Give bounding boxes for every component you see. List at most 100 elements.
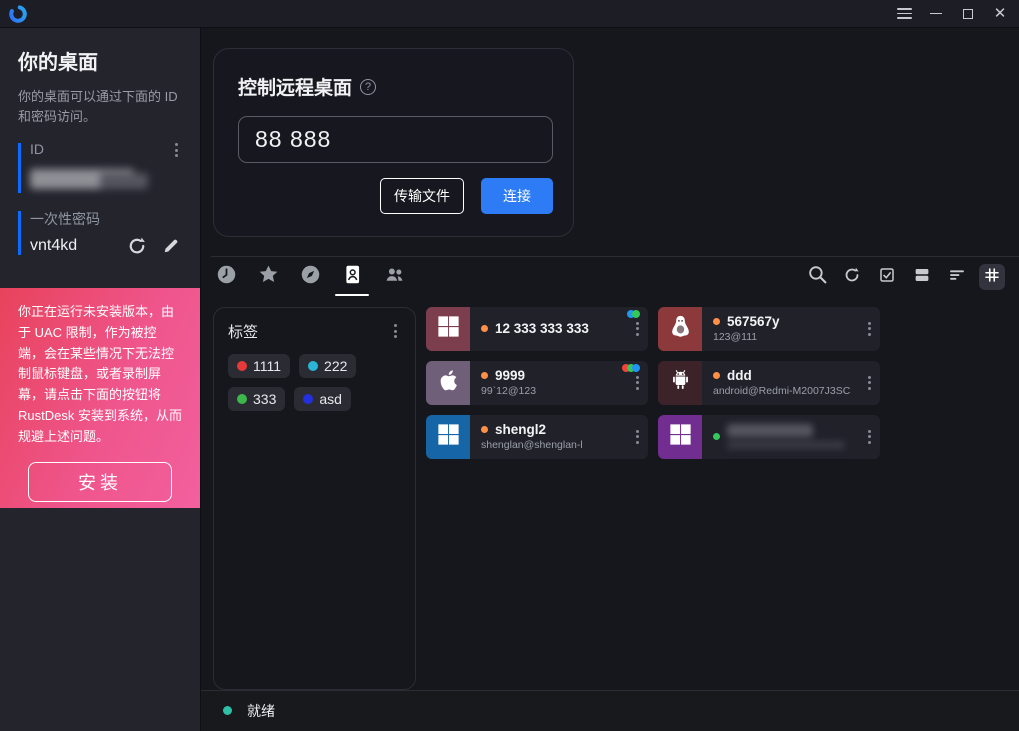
id-value-blurred	[30, 167, 182, 195]
statusbar: 就绪	[201, 690, 1019, 731]
group-icon	[384, 264, 405, 290]
password-value: vnt4kd	[30, 237, 77, 255]
install-warning-panel: 你正在运行未安装版本，由于 UAC 限制，作为被控端，会在某些情况下无法控制鼠标…	[0, 288, 200, 508]
peer-subtitle: shenglan@shenglan-l	[481, 439, 631, 451]
tags-menu-icon[interactable]	[390, 322, 401, 340]
id-block: ID	[18, 141, 182, 195]
windows-icon	[667, 421, 694, 453]
peer-menu-icon[interactable]	[632, 320, 643, 338]
hamburger-menu-icon[interactable]	[891, 3, 917, 25]
main-area: 控制远程桌面 ? 传输文件 连接 标签 1111 222 333 asd 12 333…	[200, 28, 1019, 731]
tag-label: 333	[253, 391, 276, 407]
peer-menu-icon[interactable]	[632, 374, 643, 392]
toolbar-card-view[interactable]	[909, 264, 935, 290]
toolbar-search[interactable]	[804, 264, 830, 290]
sidebar-subtitle: 你的桌面可以通过下面的 ID 和密码访问。	[18, 87, 182, 127]
tags-title: 标签	[228, 321, 258, 342]
peer-os-tile	[426, 415, 470, 459]
toolbar-select-mode[interactable]	[874, 264, 900, 290]
peer-status-dot	[713, 372, 720, 379]
peer-os-tile	[426, 361, 470, 405]
tag-chip[interactable]: asd	[294, 387, 351, 411]
peer-status-dot	[713, 433, 720, 440]
peer-status-dot	[481, 426, 488, 433]
windows-icon	[435, 421, 462, 453]
refresh-password-icon[interactable]	[126, 235, 148, 257]
tab-recent-sessions[interactable]	[215, 263, 237, 291]
peer-os-tile	[658, 307, 702, 351]
transfer-file-button[interactable]: 传输文件	[380, 178, 464, 214]
peer-status-dot	[481, 372, 488, 379]
toolbar-sort[interactable]	[944, 264, 970, 290]
warning-text: 你正在运行未安装版本，由于 UAC 限制，作为被控端，会在某些情况下无法控制鼠标…	[18, 302, 182, 448]
tag-label: asd	[319, 391, 342, 407]
peer-subtitle: 123@111	[713, 331, 863, 343]
search-icon	[807, 264, 828, 290]
tabbar	[201, 257, 1019, 298]
peer-session-dots	[625, 364, 640, 372]
help-icon[interactable]: ?	[360, 79, 376, 95]
peer-name: shengl2	[495, 422, 546, 437]
rustdesk-logo-icon	[7, 3, 29, 25]
peer-subtitle: android@Redmi-M2007J3SC	[713, 385, 863, 397]
peer-menu-icon[interactable]	[864, 374, 875, 392]
peer-subtitle: 99`12@123	[481, 385, 631, 397]
tag-color-dot	[237, 361, 247, 371]
peer-session-dots	[630, 310, 640, 318]
minimize-icon[interactable]	[923, 3, 949, 25]
peer-card[interactable]: 567567y 123@111	[658, 307, 880, 351]
grid-icon	[983, 266, 1001, 289]
tag-chip[interactable]: 333	[228, 387, 285, 411]
apple-icon	[435, 367, 462, 399]
peer-card[interactable]: ddd android@Redmi-M2007J3SC	[658, 361, 880, 405]
tag-label: 1111	[253, 358, 281, 374]
peer-name: ddd	[727, 368, 752, 383]
peer-menu-icon[interactable]	[864, 320, 875, 338]
peer-os-tile	[658, 415, 702, 459]
connect-button[interactable]: 连接	[481, 178, 553, 214]
titlebar: ✕	[0, 0, 1019, 28]
content: 标签 1111 222 333 asd 12 333 333 333 567567y …	[201, 298, 1019, 690]
close-icon[interactable]: ✕	[987, 3, 1013, 25]
linux-icon	[667, 313, 694, 345]
tag-chip[interactable]: 222	[299, 354, 356, 378]
remote-id-input[interactable]	[238, 116, 553, 163]
sidebar: 你的桌面 你的桌面可以通过下面的 ID 和密码访问。 ID 一次性密码 vnt4…	[0, 28, 200, 731]
password-block: 一次性密码 vnt4kd	[18, 209, 182, 257]
status-label: 就绪	[247, 701, 275, 721]
id-menu-icon[interactable]	[171, 141, 182, 159]
peer-name: 12 333 333 333	[495, 321, 589, 336]
id-label: ID	[30, 141, 44, 157]
install-button[interactable]: 安装	[28, 462, 172, 502]
windows-icon	[435, 313, 462, 345]
connect-card: 控制远程桌面 ? 传输文件 连接	[213, 48, 574, 237]
tab-group[interactable]	[383, 263, 405, 291]
peer-name-blurred	[727, 424, 845, 449]
android-icon	[667, 367, 694, 399]
maximize-icon[interactable]	[955, 3, 981, 25]
tag-chip[interactable]: 1111	[228, 354, 290, 378]
peer-menu-icon[interactable]	[864, 428, 875, 446]
peers-grid: 12 333 333 333 567567y 123@111 9999 99`1…	[426, 307, 1007, 459]
peer-card[interactable]: 9999 99`12@123	[426, 361, 648, 405]
tab-favorites[interactable]	[257, 263, 279, 291]
edit-password-icon[interactable]	[160, 235, 182, 257]
password-label: 一次性密码	[30, 209, 182, 229]
toolbar-compact-view[interactable]	[979, 264, 1005, 290]
window-controls: ✕	[891, 3, 1019, 25]
address-book-icon	[342, 264, 363, 290]
peer-menu-icon[interactable]	[632, 428, 643, 446]
tab-discovered[interactable]	[299, 263, 321, 291]
compass-icon	[300, 264, 321, 290]
toolbar-refresh[interactable]	[839, 264, 865, 290]
peer-card[interactable]	[658, 415, 880, 459]
peer-os-tile	[658, 361, 702, 405]
tab-address-book[interactable]	[341, 263, 363, 291]
peer-card[interactable]: 12 333 333 333	[426, 307, 648, 351]
sort-icon	[948, 266, 966, 289]
star-icon	[258, 264, 279, 290]
tag-label: 222	[324, 358, 347, 374]
sidebar-title: 你的桌面	[18, 46, 182, 75]
checkbox-icon	[878, 266, 896, 289]
peer-card[interactable]: shengl2 shenglan@shenglan-l	[426, 415, 648, 459]
